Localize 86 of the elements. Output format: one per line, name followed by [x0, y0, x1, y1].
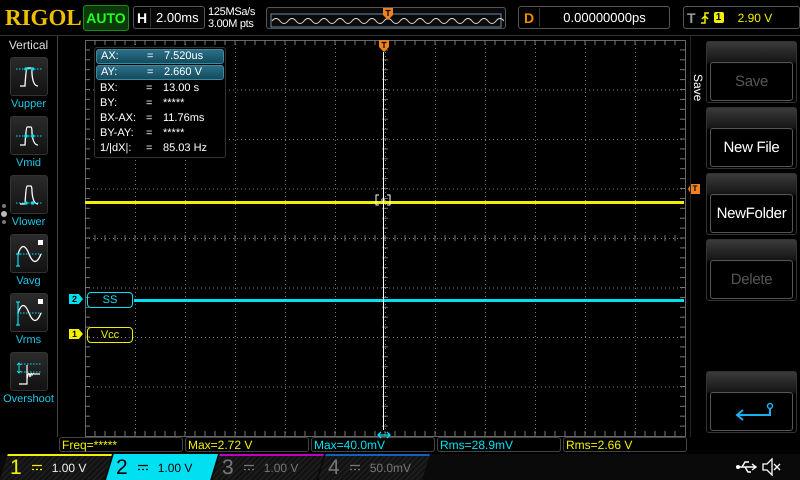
readout-name: BY: — [100, 96, 118, 111]
channel-scale: 1.00 V — [158, 461, 192, 475]
measure-button[interactable] — [10, 293, 48, 332]
readout-name: BX: — [100, 81, 119, 96]
delay-panel[interactable]: D 0.00000000ps — [518, 6, 670, 29]
horizontal-position-icon — [377, 431, 391, 439]
measure-icon — [14, 238, 44, 268]
readout-sign: = — [147, 50, 154, 63]
readout-name: BX-AX: — [100, 111, 138, 126]
channel-number: 3 — [222, 456, 234, 480]
measure-label: Vmid — [16, 157, 42, 170]
channel-number: 4 — [328, 456, 340, 480]
readout-sign: = — [146, 111, 154, 126]
measurement-value: Rms=28.9mV — [437, 437, 561, 452]
measure-label: Vrms — [16, 334, 42, 347]
menu-title: Vertical — [8, 38, 48, 52]
channel-tab[interactable]: 3 1.00 V — [212, 454, 324, 480]
rising-edge-icon — [700, 10, 710, 24]
readout-value: 13.00 s — [163, 81, 200, 96]
channel-scale: 50.0mV — [370, 461, 412, 475]
menu-button[interactable]: New File — [706, 107, 797, 169]
dc-coupling-icon — [244, 464, 254, 472]
channel-tab[interactable]: 1 1.00 V — [0, 454, 112, 480]
measure-label: Vupper — [10, 98, 46, 111]
delay-value: 0.00000000ps — [539, 8, 669, 27]
measure-label: Overshoot — [3, 393, 54, 406]
trigger-panel[interactable]: T 1 2.90 V — [683, 6, 800, 29]
measure-label: Vlower — [12, 216, 46, 229]
measure-label: Vavg — [16, 275, 41, 288]
back-button[interactable] — [706, 371, 797, 433]
trigger-level-marker[interactable]: T — [688, 184, 700, 194]
sample-rate: 125MSa/s — [208, 6, 256, 18]
readout-name: BY-AY: — [100, 126, 135, 141]
channel-marker[interactable]: 1 — [69, 329, 83, 339]
measurement-value: Rms=2.66 V — [563, 437, 687, 452]
page-dots-icon — [0, 202, 8, 226]
channel-scale: 1.00 V — [52, 461, 86, 475]
menu-button[interactable]: NewFolder — [706, 173, 797, 235]
measure-button[interactable] — [10, 57, 48, 96]
readout-value: ***** — [163, 96, 186, 111]
timebase-label: H — [136, 10, 148, 26]
trigger-source: 1 — [714, 12, 724, 23]
readout-value: ***** — [163, 126, 186, 141]
timebase-panel[interactable]: H 2.00ms — [133, 6, 205, 29]
run-mode-button[interactable]: AUTO — [83, 4, 129, 30]
measurement-value: Max=40.0mV — [311, 437, 435, 452]
trace-label: SS — [87, 292, 133, 308]
readout-name: AY: — [101, 66, 118, 79]
dc-coupling-icon — [350, 464, 360, 472]
readout-sign: = — [146, 81, 154, 96]
trace-label: Vcc — [87, 327, 133, 343]
measure-icon — [14, 298, 44, 328]
readout-name: 1/|dX|: — [100, 141, 132, 156]
measure-button[interactable] — [10, 234, 48, 273]
readout-sign: = — [147, 66, 154, 79]
readout-value: 2.660 V — [164, 66, 203, 79]
speaker-muted-icon — [762, 458, 782, 476]
channel-tab[interactable]: 4 50.0mV — [318, 454, 430, 480]
readout-name: AX: — [101, 50, 120, 63]
trigger-position-icon — [379, 40, 389, 52]
readout-sign: = — [146, 141, 154, 156]
dc-coupling-icon — [32, 464, 42, 472]
readout-value: 85.03 Hz — [163, 141, 208, 156]
measurement-value: Freq=***** — [59, 437, 183, 452]
memory-depth: 3.00M pts — [208, 18, 255, 30]
measure-button[interactable] — [10, 352, 48, 391]
measure-button[interactable] — [10, 116, 48, 155]
trigger-label: T — [687, 10, 696, 26]
delay-label: D — [522, 10, 536, 26]
dc-coupling-icon — [138, 464, 148, 472]
usb-icon — [736, 460, 758, 474]
cursor-drawing[interactable] — [375, 52, 391, 430]
menu-title: Save — [691, 74, 705, 102]
readout-sign: = — [146, 96, 154, 111]
channel-number: 1 — [10, 456, 22, 480]
channel-number: 2 — [116, 456, 128, 480]
readout-value: 7.520us — [164, 50, 204, 63]
readout-sign: = — [146, 126, 154, 141]
trigger-level: 2.90 V — [738, 10, 772, 24]
channel-scale: 1.00 V — [264, 461, 298, 475]
channel-tab[interactable]: 2 1.00 V — [106, 454, 218, 480]
readout-value: 11.76ms — [163, 111, 206, 126]
channel-marker[interactable]: 2 — [69, 294, 83, 304]
measurement-value: Max=2.72 V — [185, 437, 309, 452]
measure-button[interactable] — [10, 175, 48, 214]
timebase-value: 2.00ms — [150, 8, 204, 27]
